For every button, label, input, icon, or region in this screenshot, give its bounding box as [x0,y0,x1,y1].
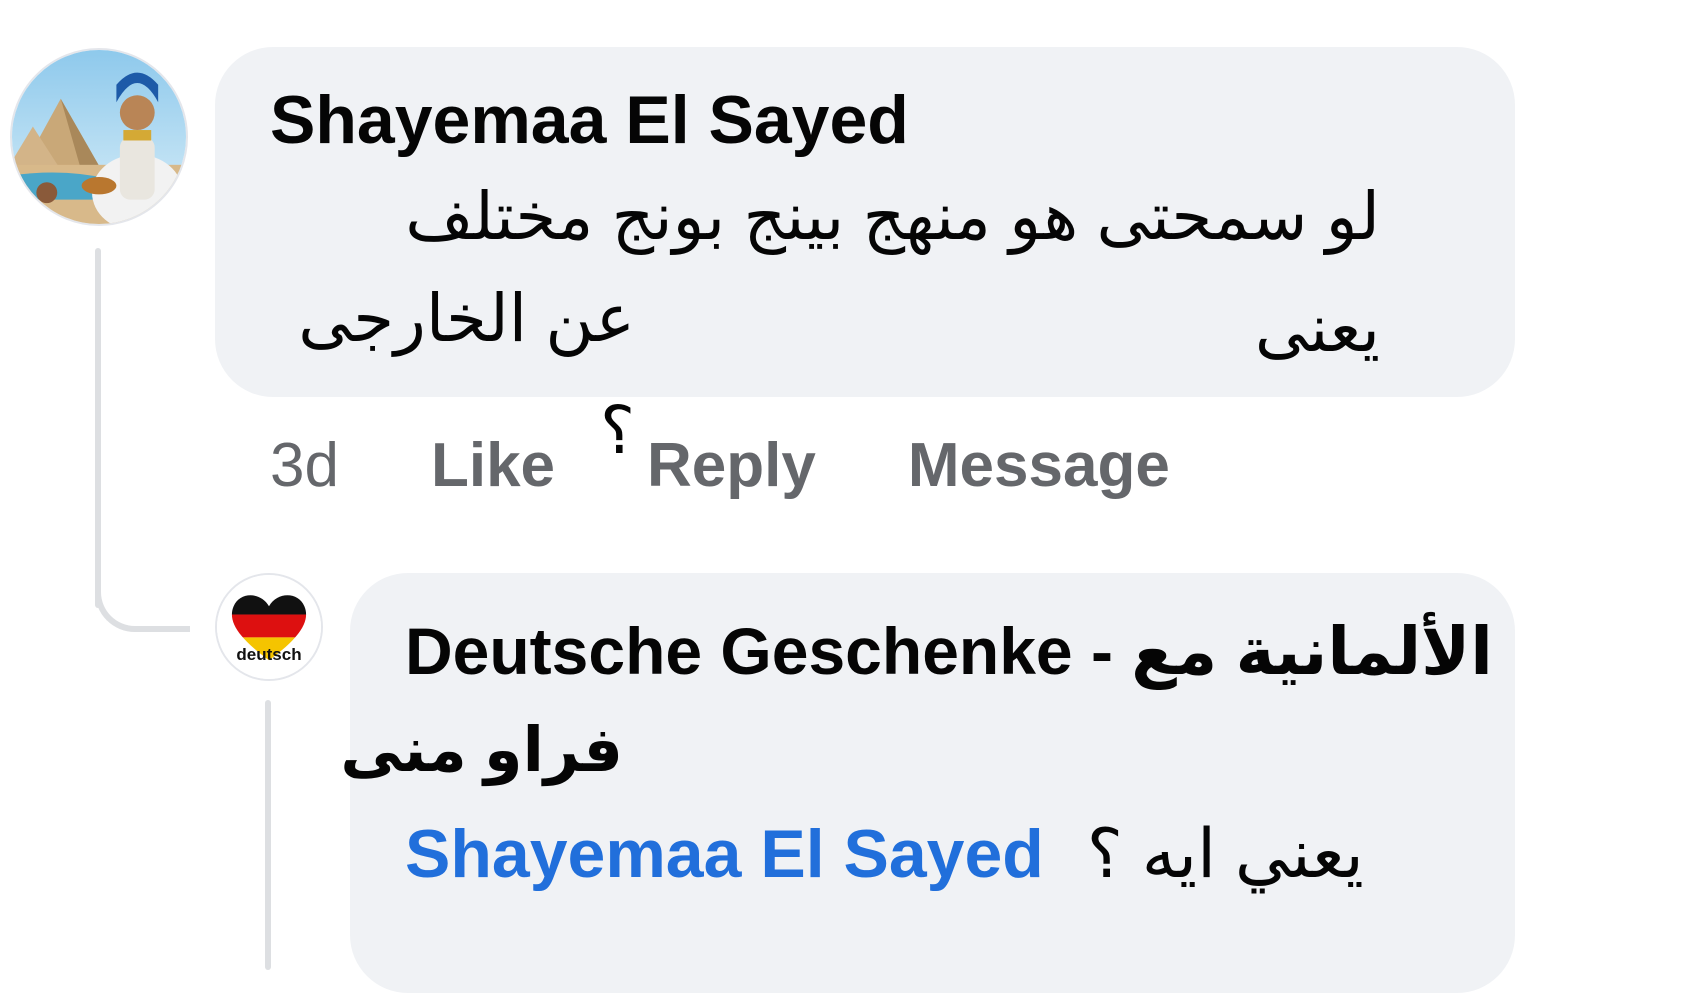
mention-link[interactable]: Shayemaa El Sayed [405,816,1044,892]
message-button[interactable]: Message [908,430,1170,501]
reply-author-name[interactable]: Deutsche Geschenke - الألمانية مع [405,618,1493,684]
comment-author-name[interactable]: Shayemaa El Sayed [270,86,909,154]
thread-line-vertical-1 [95,248,101,608]
avatar-label: deutsch [236,645,302,664]
thread-line-vertical-2 [265,700,271,970]
reply-button[interactable]: Reply [647,430,816,501]
like-button[interactable]: Like [431,430,555,501]
avatar-shayemaa[interactable] [10,48,188,226]
comment-timestamp[interactable]: 3d [270,430,339,501]
woman-pharaoh-pyramids-icon [12,50,186,224]
avatar-deutsche-geschenke[interactable]: deutsch [215,573,323,681]
reply-text: Shayemaa El Sayed يعني ايه ؟ [405,798,1364,910]
comment-actions-row: 3d Like Reply Message [270,430,1170,500]
reply-author-name-line-2[interactable]: فراو منى [340,720,623,782]
thread-line-curve [95,560,190,632]
reply-message: يعني ايه ؟ [1086,816,1364,892]
